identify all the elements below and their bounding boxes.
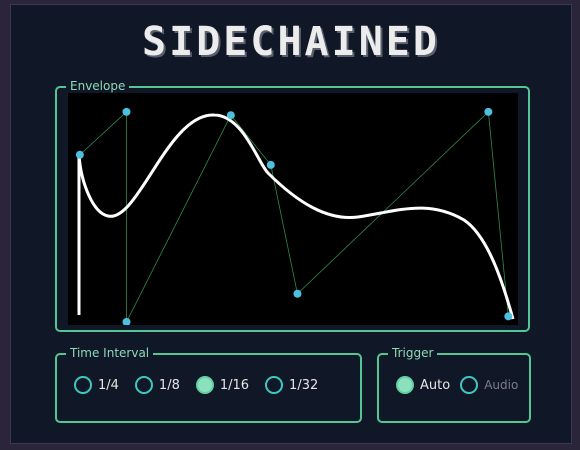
time-option-1-16[interactable]: 1/16	[195, 376, 250, 394]
envelope-handle-4[interactable]	[226, 111, 235, 120]
plugin-window: SIDECHAINED Envelope Time Interval 1/4 1…	[10, 4, 572, 444]
trigger-label: Trigger	[388, 346, 438, 360]
radio-1-32[interactable]	[265, 376, 284, 394]
envelope-svg[interactable]	[68, 93, 518, 326]
time-interval-options: 1/4 1/8 1/16 1/32	[74, 376, 334, 394]
radio-audio[interactable]	[460, 376, 479, 394]
trigger-option-label: Audio	[484, 378, 519, 392]
envelope-label: Envelope	[66, 79, 130, 93]
time-option-label: 1/16	[219, 377, 250, 393]
time-option-label: 1/4	[98, 377, 119, 393]
envelope-graph[interactable]	[68, 93, 518, 326]
trigger-option-audio[interactable]: Audio	[460, 376, 518, 394]
trigger-options: Auto Audio	[396, 376, 528, 394]
envelope-guide-line	[79, 110, 509, 323]
app-title: SIDECHAINED	[142, 19, 440, 65]
envelope-handle-8[interactable]	[504, 312, 513, 321]
envelope-handle-1[interactable]	[75, 150, 84, 159]
time-option-label: 1/8	[158, 377, 180, 393]
radio-1-16[interactable]	[195, 376, 214, 394]
envelope-handle-3[interactable]	[122, 318, 131, 326]
envelope-guides	[79, 110, 509, 323]
envelope-panel: Envelope	[55, 79, 530, 332]
radio-auto[interactable]	[396, 376, 414, 394]
radio-1-8[interactable]	[134, 376, 153, 394]
time-option-1-32[interactable]: 1/32	[265, 376, 318, 394]
envelope-handle-2[interactable]	[122, 107, 131, 116]
time-option-1-8[interactable]: 1/8	[134, 376, 180, 394]
envelope-handle-6[interactable]	[293, 289, 302, 298]
time-option-label: 1/32	[289, 377, 319, 393]
radio-1-4[interactable]	[74, 376, 92, 394]
envelope-handle-7[interactable]	[484, 107, 493, 116]
trigger-panel: Trigger Auto Audio	[377, 346, 531, 423]
envelope-handle-5[interactable]	[266, 160, 275, 169]
time-interval-panel: Time Interval 1/4 1/8 1/16 1/32	[55, 346, 362, 423]
trigger-option-auto[interactable]: Auto	[396, 376, 450, 394]
time-interval-label: Time Interval	[66, 346, 154, 360]
trigger-option-label: Auto	[420, 377, 451, 393]
time-option-1-4[interactable]: 1/4	[74, 376, 119, 394]
